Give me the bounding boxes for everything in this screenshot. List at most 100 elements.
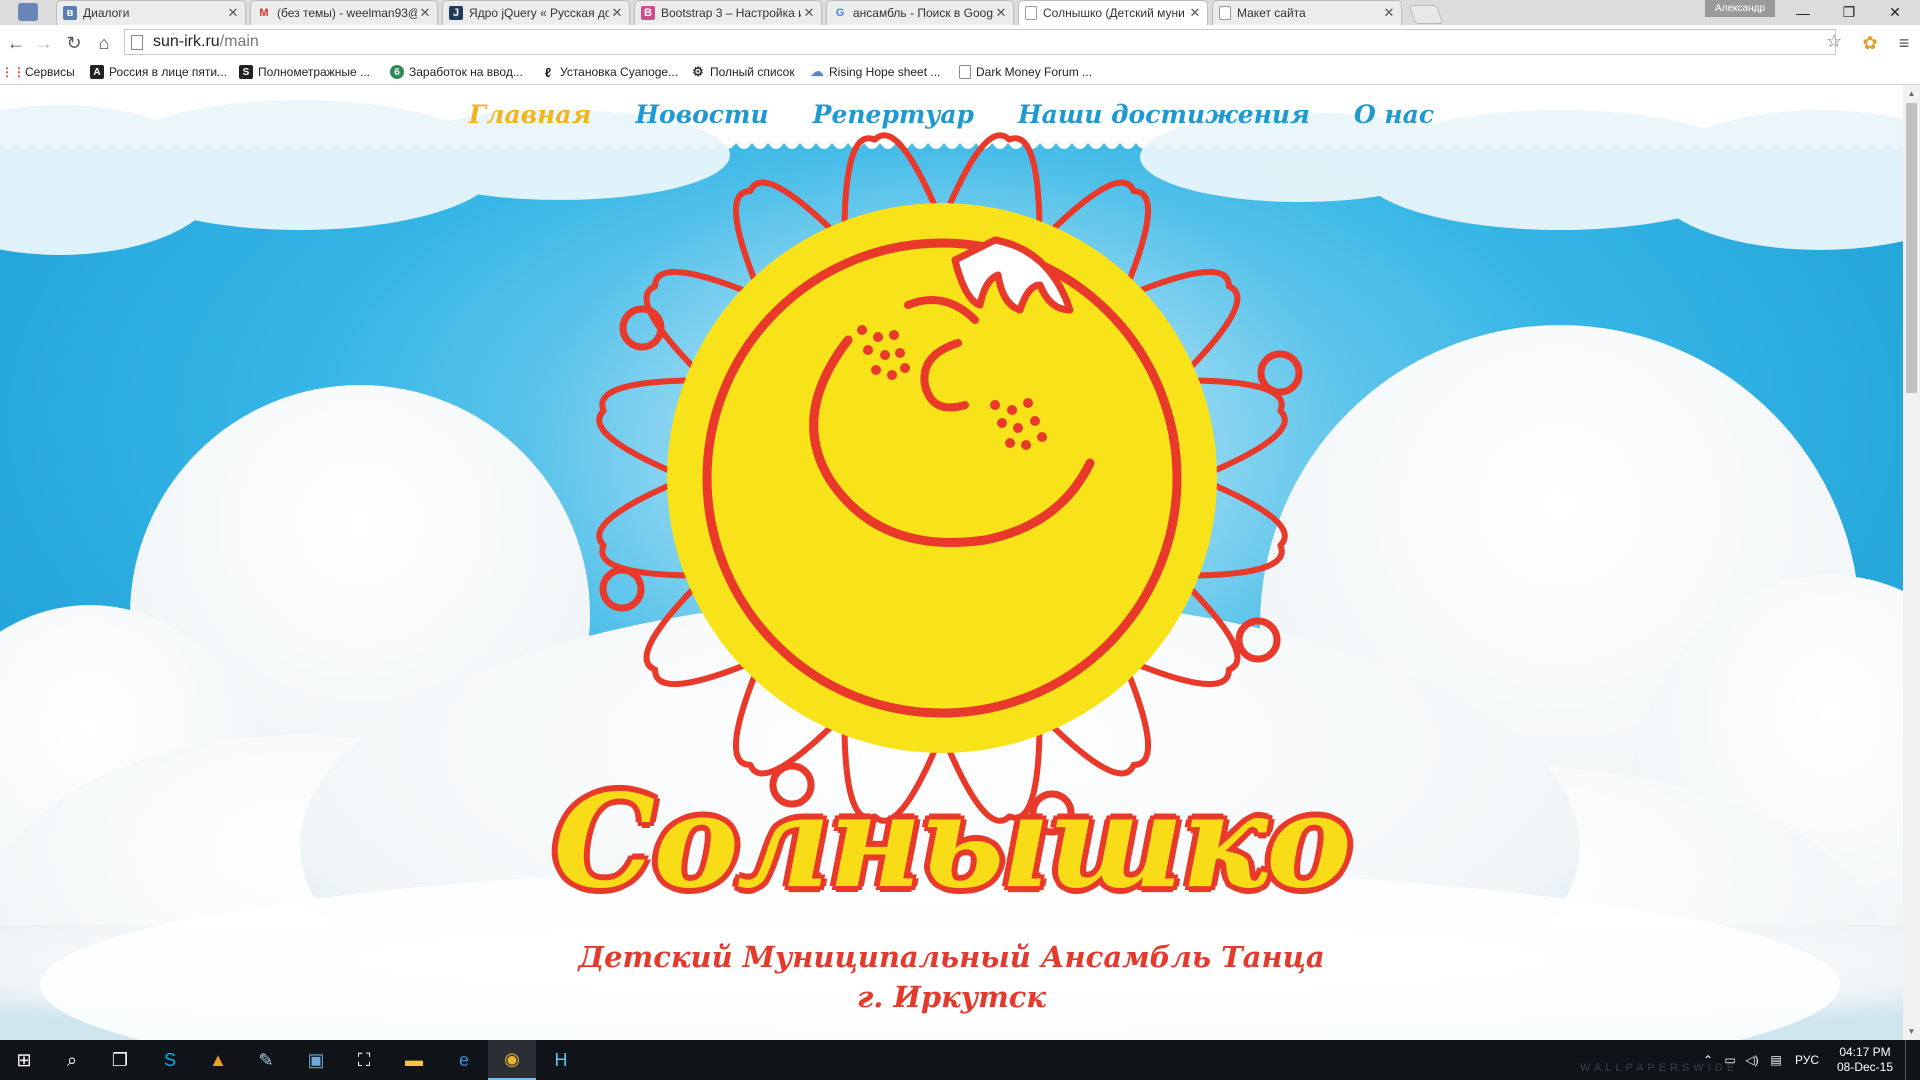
windows-start-icon[interactable]: ⊞ bbox=[0, 1040, 48, 1080]
reload-icon[interactable]: ↻ bbox=[62, 31, 86, 55]
gmail-icon: M bbox=[259, 7, 269, 19]
google-icon: G bbox=[835, 7, 845, 19]
tray-expand-icon[interactable]: ⌃ bbox=[1697, 1053, 1719, 1067]
page-icon bbox=[1219, 6, 1231, 20]
address-bar[interactable]: sun-irk.ru/main bbox=[124, 29, 1836, 55]
site-title: Солнышко bbox=[553, 767, 1352, 917]
new-tab-button[interactable] bbox=[1408, 5, 1444, 24]
bookmark-item[interactable]: ℓ Установка Cyanoge... bbox=[541, 63, 678, 81]
restore-icon[interactable]: ❐ bbox=[1826, 0, 1872, 25]
notepad-icon[interactable]: ✎ bbox=[242, 1040, 290, 1080]
volume-icon[interactable]: ◁) bbox=[1741, 1053, 1763, 1067]
bookmark-label: Заработок на ввод... bbox=[409, 65, 523, 79]
close-icon[interactable]: ✕ bbox=[993, 5, 1009, 21]
bookmark-item[interactable]: A Россия в лице пяти... bbox=[90, 63, 227, 81]
bookmark-services[interactable]: ⋮⋮ Сервисы bbox=[1, 63, 75, 81]
search-icon[interactable]: ⌕ bbox=[48, 1040, 96, 1080]
window-close-icon[interactable]: ✕ bbox=[1872, 0, 1918, 25]
forward-arrow-icon[interactable]: → bbox=[32, 31, 56, 55]
aimp-icon[interactable]: ▲ bbox=[194, 1040, 242, 1080]
edge-icon[interactable]: e bbox=[440, 1040, 488, 1080]
scroll-down-icon[interactable]: ▼ bbox=[1903, 1023, 1920, 1040]
tab-title: Bootstrap 3 – Настройка и bbox=[661, 6, 801, 20]
bookmarks-bar: ⋮⋮ Сервисы A Россия в лице пяти... S Пол… bbox=[0, 60, 1920, 85]
site-subtitle: Детский Муниципальный Ансамбль Танца bbox=[578, 940, 1325, 974]
site-city: г. Иркутск bbox=[856, 980, 1047, 1014]
address-domain: sun-irk.ru bbox=[153, 33, 220, 50]
page-viewport: Главная Новости Репертуар Наши достижени… bbox=[0, 85, 1903, 1040]
bookmark-label: Полнометражные ... bbox=[258, 65, 370, 79]
tab-title: Ядро jQuery « Русская до bbox=[469, 6, 609, 20]
notifications-icon[interactable]: ▤ bbox=[1763, 1053, 1789, 1067]
bookmark-item[interactable]: S Полнометражные ... bbox=[239, 63, 370, 81]
tab-title: ансамбль - Поиск в Goog bbox=[853, 6, 993, 20]
page-icon bbox=[131, 34, 143, 50]
clock-date: 08-Dec-15 bbox=[1836, 1060, 1894, 1074]
browser-toolbar: ← → ↻ ⌂ sun-irk.ru/main ☆ ✿ ≡ bbox=[0, 25, 1920, 61]
clock-time: 04:17 PM bbox=[1839, 1045, 1891, 1059]
close-icon[interactable]: ✕ bbox=[609, 5, 625, 21]
task-view-icon[interactable]: ❐ bbox=[96, 1040, 144, 1080]
tab-gmail[interactable]: M (без темы) - weelman93@ ✕ bbox=[250, 0, 438, 25]
back-arrow-icon[interactable]: ← bbox=[4, 31, 28, 55]
bookmark-label: Россия в лице пяти... bbox=[109, 65, 228, 79]
vk-icon: в bbox=[63, 6, 77, 20]
home-icon[interactable]: ⌂ bbox=[92, 31, 116, 55]
gear-person-icon: ⚙ bbox=[692, 64, 704, 79]
page-icon bbox=[1025, 6, 1037, 20]
chrome-icon[interactable]: ◉ bbox=[488, 1040, 536, 1080]
minimize-icon[interactable]: — bbox=[1780, 0, 1826, 25]
site-logo-title: Солнышко bbox=[0, 767, 1903, 917]
show-desktop-button[interactable] bbox=[1905, 1040, 1920, 1080]
bookmark-item[interactable]: ☁ Rising Hope sheet ... bbox=[810, 63, 941, 81]
clock[interactable]: 04:17 PM 08-Dec-15 bbox=[1825, 1045, 1905, 1075]
bookmark-item[interactable]: 6 Заработок на ввод... bbox=[390, 63, 523, 81]
tab-jquery[interactable]: J Ядро jQuery « Русская до ✕ bbox=[442, 0, 630, 25]
profile-name[interactable]: Александр bbox=[1705, 0, 1775, 17]
store-icon[interactable]: ⛶ bbox=[340, 1040, 388, 1080]
scroll-thumb[interactable] bbox=[1906, 103, 1917, 393]
skype-icon[interactable]: S bbox=[146, 1040, 194, 1080]
extension-icon[interactable]: ✿ bbox=[1858, 31, 1882, 55]
tab-bootstrap[interactable]: B Bootstrap 3 – Настройка и ✕ bbox=[634, 0, 822, 25]
close-icon[interactable]: ✕ bbox=[417, 5, 433, 21]
nav-achievements[interactable]: Наши достижения bbox=[1018, 100, 1310, 129]
scroll-up-icon[interactable]: ▲ bbox=[1903, 85, 1920, 102]
nav-news[interactable]: Новости bbox=[635, 100, 768, 129]
tab-title: Диалоги bbox=[83, 6, 130, 20]
close-icon[interactable]: ✕ bbox=[225, 5, 241, 21]
tab-title: (без темы) - weelman93@ bbox=[277, 6, 417, 20]
system-tray: ⌃ ▭ ◁) ▤ РУС 04:17 PM 08-Dec-15 bbox=[1697, 1040, 1920, 1080]
tab-dialogs[interactable]: в Диалоги ✕ bbox=[56, 0, 246, 25]
tab-google-search[interactable]: G ансамбль - Поиск в Goog ✕ bbox=[826, 0, 1014, 25]
browser-apps-icon[interactable] bbox=[18, 3, 38, 21]
app-h-icon[interactable]: H bbox=[537, 1040, 585, 1080]
bookmark-label: Сервисы bbox=[25, 65, 75, 79]
nav-about[interactable]: О нас bbox=[1354, 100, 1434, 129]
bookmark-star-icon[interactable]: ☆ bbox=[1826, 31, 1842, 52]
bookmark-page-icon bbox=[959, 65, 971, 79]
menu-icon[interactable]: ≡ bbox=[1892, 31, 1916, 55]
close-icon[interactable]: ✕ bbox=[1187, 5, 1203, 21]
page-scrollbar[interactable]: ▲ ▼ bbox=[1903, 85, 1920, 1040]
nav-repertoire[interactable]: Репертуар bbox=[813, 100, 974, 129]
main-navigation: Главная Новости Репертуар Наши достижени… bbox=[0, 85, 1903, 143]
language-indicator[interactable]: РУС bbox=[1789, 1053, 1825, 1067]
file-explorer-icon[interactable]: ▬ bbox=[390, 1040, 438, 1080]
close-icon[interactable]: ✕ bbox=[801, 5, 817, 21]
floppy-icon[interactable]: ▣ bbox=[292, 1040, 340, 1080]
bookmark-label: Dark Money Forum ... bbox=[976, 65, 1093, 79]
address-path: /main bbox=[219, 33, 259, 50]
tab-site-mockup[interactable]: Макет сайта ✕ bbox=[1212, 0, 1402, 25]
browser-tab-strip: в Диалоги ✕ M (без темы) - weelman93@ ✕ … bbox=[0, 0, 1920, 25]
circle-6-icon: 6 bbox=[390, 65, 404, 79]
tab-solnyshko[interactable]: Солнышко (Детский муни ✕ bbox=[1018, 0, 1208, 25]
bookmark-item[interactable]: Dark Money Forum ... bbox=[959, 63, 1092, 81]
close-icon[interactable]: ✕ bbox=[1381, 5, 1397, 21]
jquery-icon: J bbox=[449, 6, 463, 20]
bookmark-label: Полный список bbox=[710, 65, 795, 79]
network-icon[interactable]: ▭ bbox=[1719, 1053, 1741, 1067]
bookmark-item[interactable]: ⚙ Полный список bbox=[691, 63, 795, 81]
nav-home[interactable]: Главная bbox=[469, 100, 592, 129]
a-letter-icon: A bbox=[90, 65, 104, 79]
